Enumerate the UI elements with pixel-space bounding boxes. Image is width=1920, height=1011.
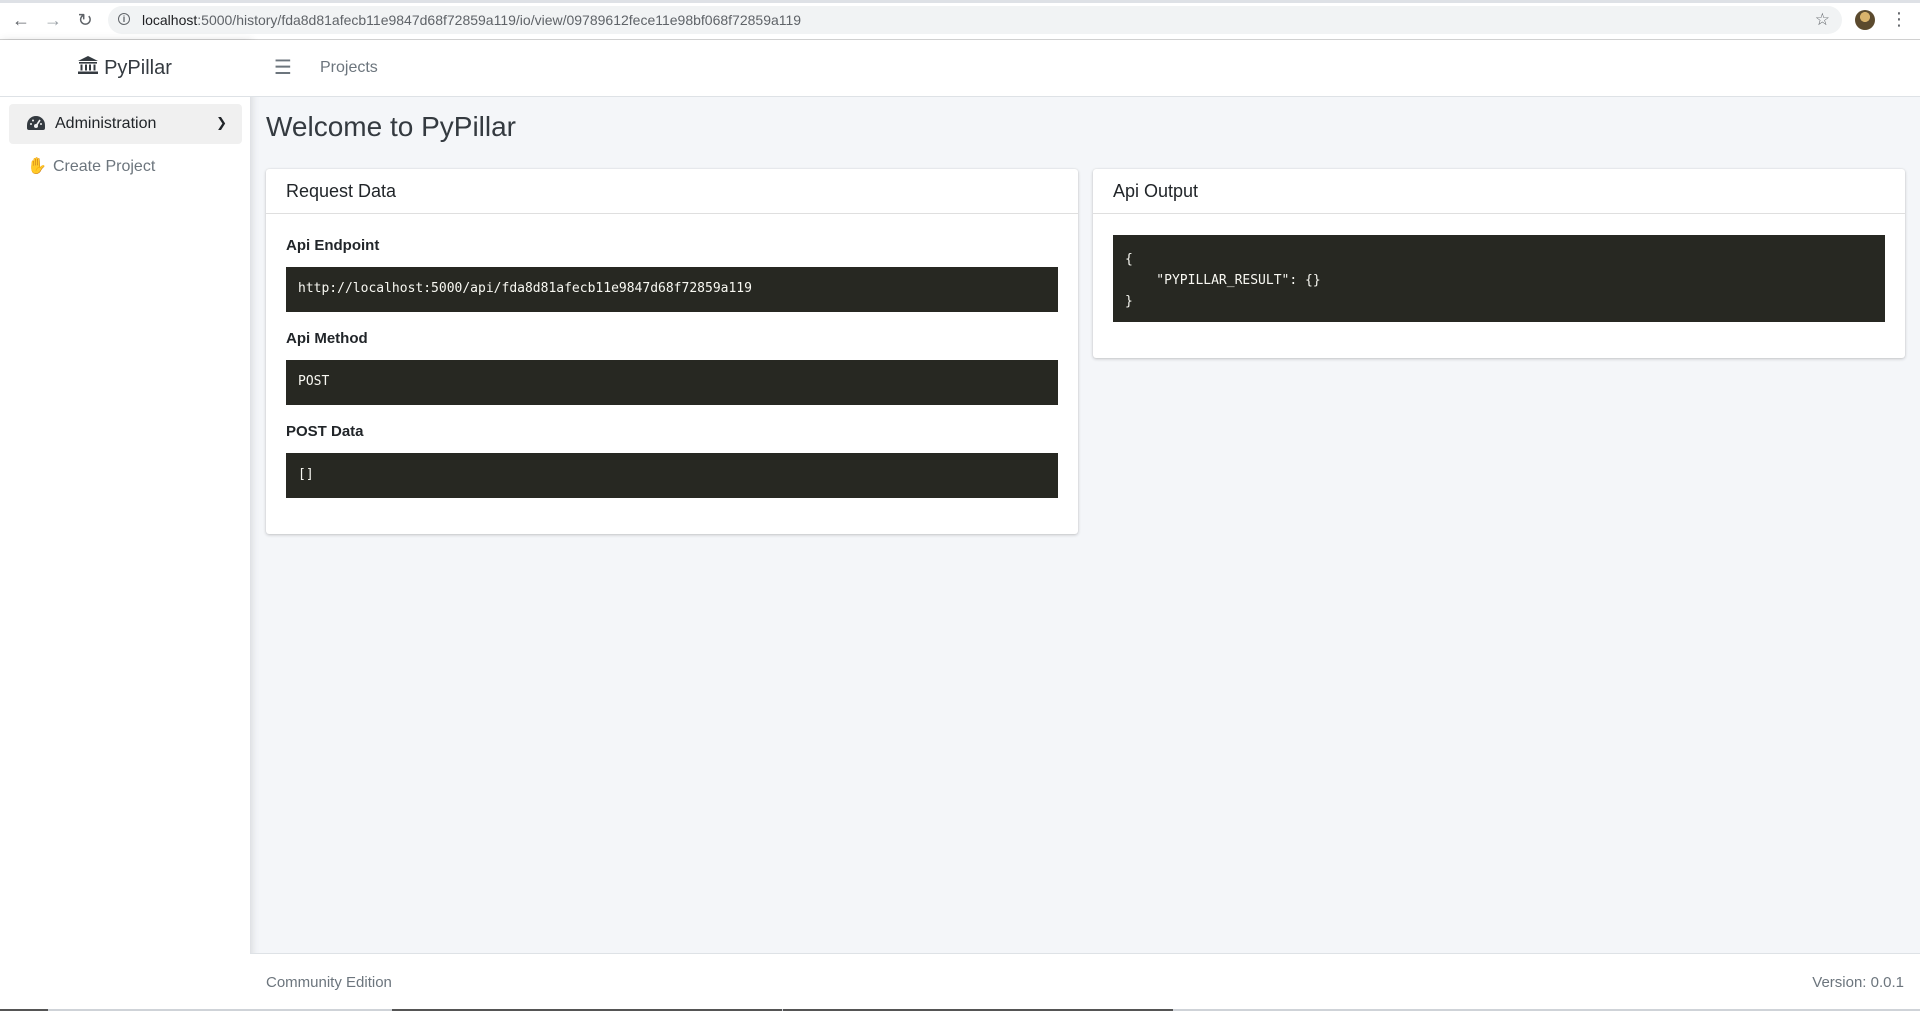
bookmark-star-icon[interactable]: ☆ <box>1815 10 1830 30</box>
endpoint-value: http://localhost:5000/api/fda8d81afecb11… <box>286 267 1058 312</box>
info-icon[interactable]: i <box>118 13 130 25</box>
nav-link-projects[interactable]: Projects <box>320 59 378 77</box>
sidebar-item-administration[interactable]: Administration ❯ <box>9 104 242 144</box>
url-text[interactable]: localhost:5000/history/fda8d81afecb11e98… <box>142 12 801 28</box>
api-output-card: Api Output { "PYPILLAR_RESULT": {} } <box>1093 169 1905 358</box>
post-data-label: POST Data <box>286 423 364 440</box>
api-output-value: { "PYPILLAR_RESULT": {} } <box>1113 235 1885 322</box>
sidebar-item-label: Administration <box>55 115 157 132</box>
brand-link[interactable]: PyPillar <box>0 40 250 97</box>
browser-toolbar: ← → ↻ i localhost:5000/history/fda8d81af… <box>0 0 1920 40</box>
card-header: Request Data <box>266 169 1078 214</box>
version-text: Version: 0.0.1 <box>1812 974 1904 991</box>
brand-text: PyPillar <box>104 56 172 79</box>
bank-icon <box>78 56 99 80</box>
tab-strip <box>0 0 1920 3</box>
request-data-card: Request Data Api Endpoint http://localho… <box>266 169 1078 534</box>
edition-text: Community Edition <box>266 974 392 991</box>
sidebar-item-label: Create Project <box>53 158 156 175</box>
top-navbar: ☰ Projects <box>250 40 1920 97</box>
endpoint-label: Api Endpoint <box>286 237 380 254</box>
chevron-down-icon: ❯ <box>216 115 227 130</box>
card-header: Api Output <box>1093 169 1905 214</box>
back-arrow-icon[interactable]: ← <box>12 11 30 29</box>
footer: Community Edition Version: 0.0.1 <box>250 953 1920 1011</box>
method-value: POST <box>286 360 1058 405</box>
method-label: Api Method <box>286 330 368 347</box>
post-data-value: [] <box>286 453 1058 498</box>
reload-icon[interactable]: ↻ <box>76 11 94 29</box>
hand-icon: ✋ <box>27 158 47 175</box>
sidebar: PyPillar Administration ❯ ✋ Create Proje… <box>0 40 250 1011</box>
forward-arrow-icon[interactable]: → <box>44 11 62 29</box>
browser-menu-icon[interactable]: ⋮ <box>1890 9 1908 29</box>
url-host: localhost <box>142 12 198 28</box>
page-title: Welcome to PyPillar <box>266 111 517 142</box>
gauge-icon <box>26 115 46 138</box>
hamburger-menu-icon[interactable]: ☰ <box>274 55 292 80</box>
address-bar[interactable]: i localhost:5000/history/fda8d81afecb11e… <box>108 6 1842 34</box>
url-path: :5000/history/fda8d81afecb11e9847d68f728… <box>197 12 802 28</box>
profile-avatar[interactable] <box>1855 10 1875 30</box>
